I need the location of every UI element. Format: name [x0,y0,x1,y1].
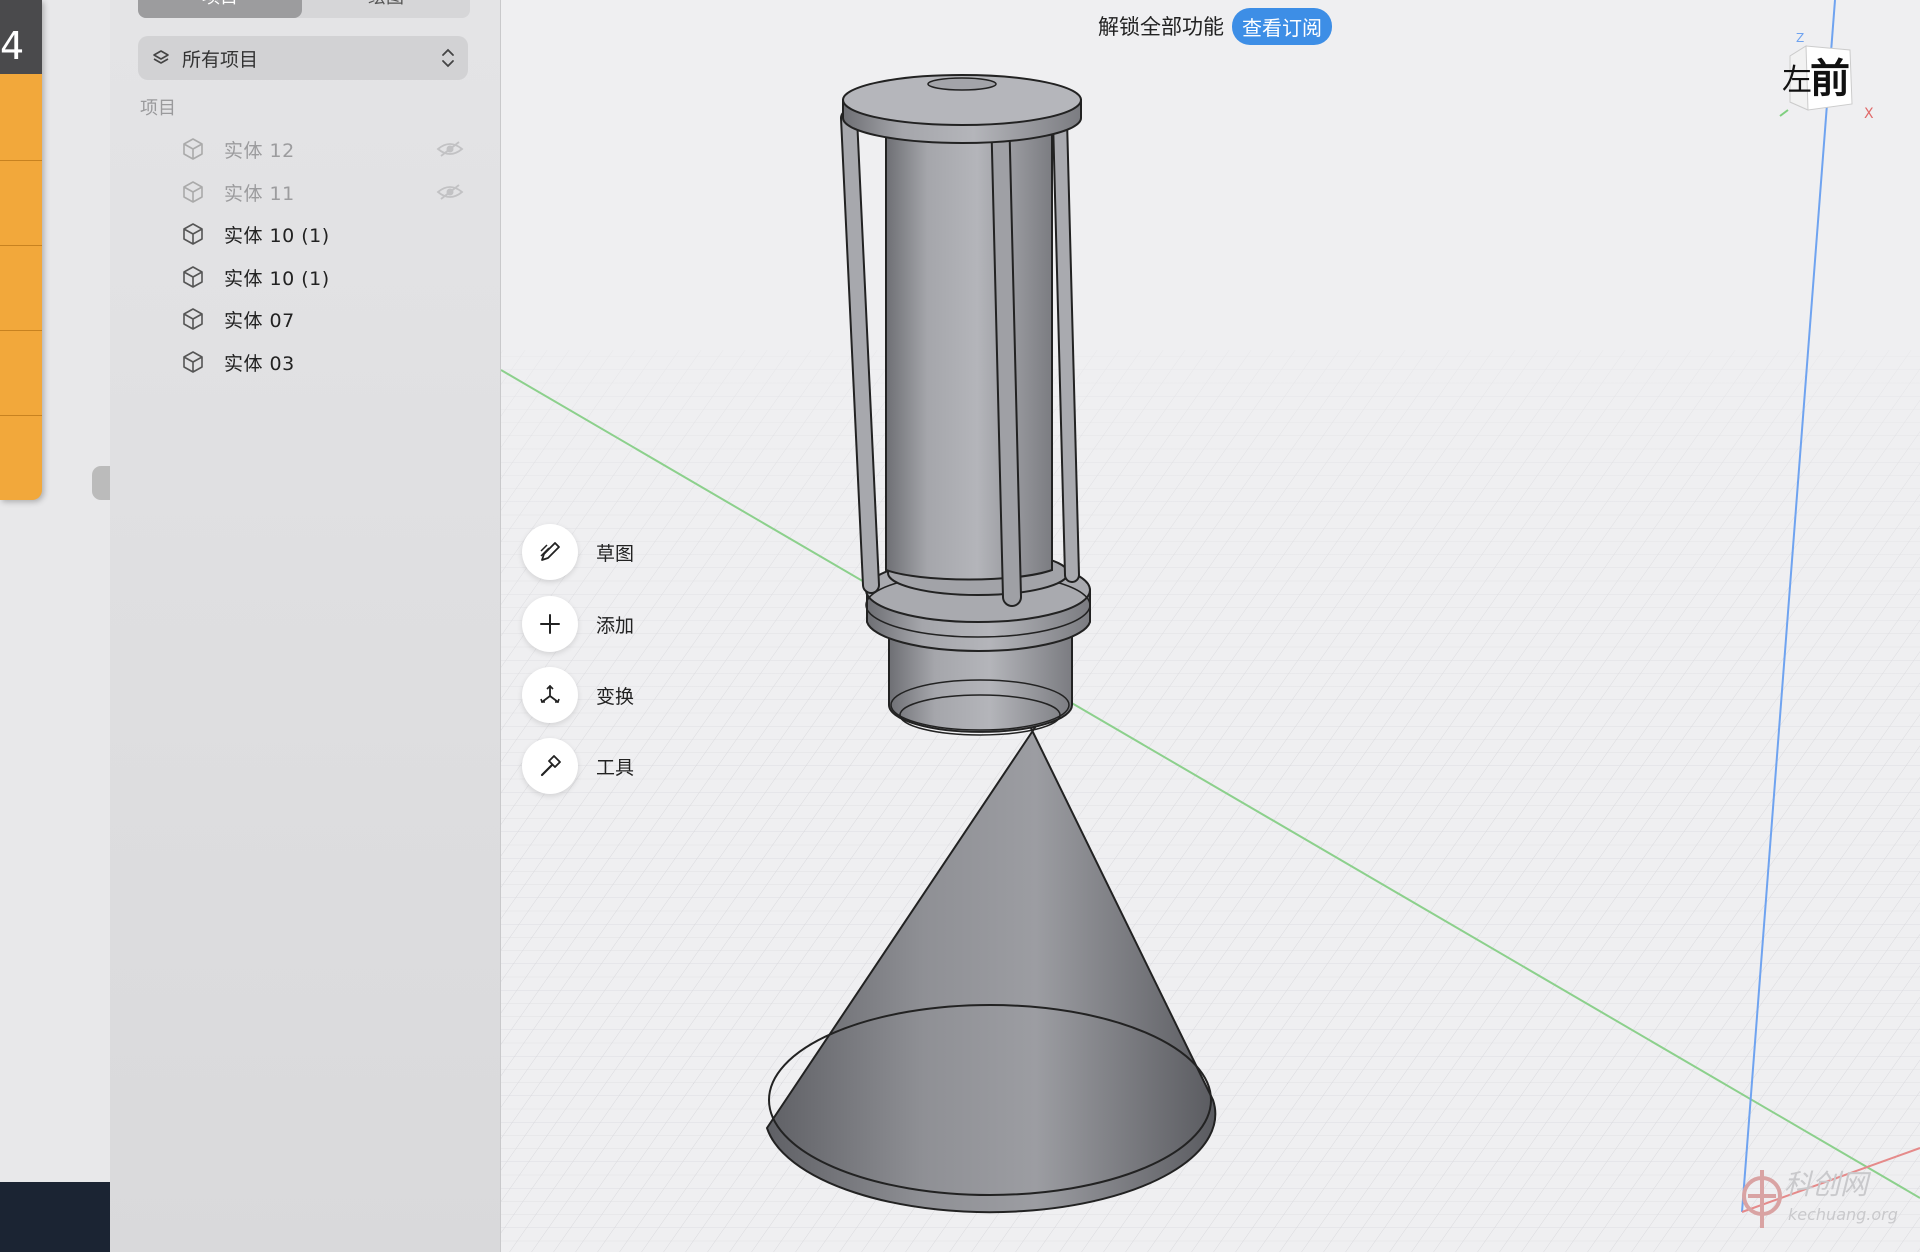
list-item[interactable]: 实体 10 (1) [180,257,480,297]
view-cube[interactable]: 前 左 Z X [1760,28,1880,138]
segmented-control: 项目 绘图 [138,0,470,18]
plus-icon [540,614,560,634]
item-label: 实体 10 (1) [224,267,330,290]
tab-project[interactable]: 项目 [138,0,302,18]
cube-icon [183,266,203,288]
unlock-text: 解锁全部功能 [1098,15,1224,39]
transform-tool[interactable]: 变换 [522,667,672,723]
watermark-domain: kechuang.org [1788,1205,1898,1224]
add-tool[interactable]: 添加 [522,596,672,652]
3d-viewport[interactable]: 前 左 Z X 科创网 kechuang.org [501,0,1920,1252]
add-label: 添加 [596,614,635,637]
sidebar-drag-handle[interactable] [92,466,110,500]
list-item[interactable]: 实体 11 [180,172,480,212]
list-item[interactable]: 实体 10 (1) [180,214,480,254]
item-label: 实体 11 [224,182,295,205]
background-dark-bar [0,1182,110,1252]
section-label: 项目 [140,98,176,119]
list-item[interactable]: 实体 03 [180,342,480,382]
watermark-text: 科创网 [1784,1168,1872,1201]
sketch-pen-icon [540,542,560,561]
project-filter-value: 所有项目 [182,48,259,71]
layers-icon [153,50,169,64]
view-left-label: 左 [1782,63,1812,98]
eye-hidden-icon[interactable] [436,139,464,159]
tools-label: 工具 [596,756,635,779]
project-filter-select[interactable]: 所有项目 [138,36,468,80]
sidebar: 项目 绘图 所有项目 项目 实体 12 实体 11 实体 10 (1) 实体 1… [110,0,501,1252]
cube-icon [183,138,203,160]
cube-icon [183,351,203,373]
axis-z-label: Z [1796,31,1804,45]
transform-arrows-icon [540,684,560,703]
hammer-icon [540,755,561,777]
axis-x-label: X [1864,106,1874,122]
item-label: 实体 10 (1) [224,224,330,247]
tools-tool[interactable]: 工具 [522,738,672,794]
item-label: 实体 07 [224,309,295,332]
subscribe-button[interactable]: 查看订阅 [1232,7,1332,45]
eye-hidden-icon[interactable] [436,182,464,202]
tab-drawing[interactable]: 绘图 [304,0,468,18]
cube-icon [183,181,203,203]
list-item[interactable]: 实体 07 [180,299,480,339]
item-label: 实体 12 [224,139,295,162]
sketch-tool[interactable]: 草图 [522,524,672,580]
partial-number: 4 [0,0,42,74]
list-item[interactable]: 实体 12 [180,129,480,169]
view-front-label: 前 [1810,56,1850,102]
background-orange-panel: 4 [0,0,42,500]
chevron-updown-icon [442,48,454,68]
cube-icon [183,223,203,245]
cube-icon [183,308,203,330]
upgrade-banner: 解锁全部功能 查看订阅 [1098,7,1332,45]
transform-label: 变换 [596,685,635,708]
watermark-logo: 科创网 kechuang.org [1742,1168,1898,1228]
3d-scene [501,0,1920,1252]
sketch-label: 草图 [596,542,635,565]
item-label: 实体 03 [224,352,295,375]
